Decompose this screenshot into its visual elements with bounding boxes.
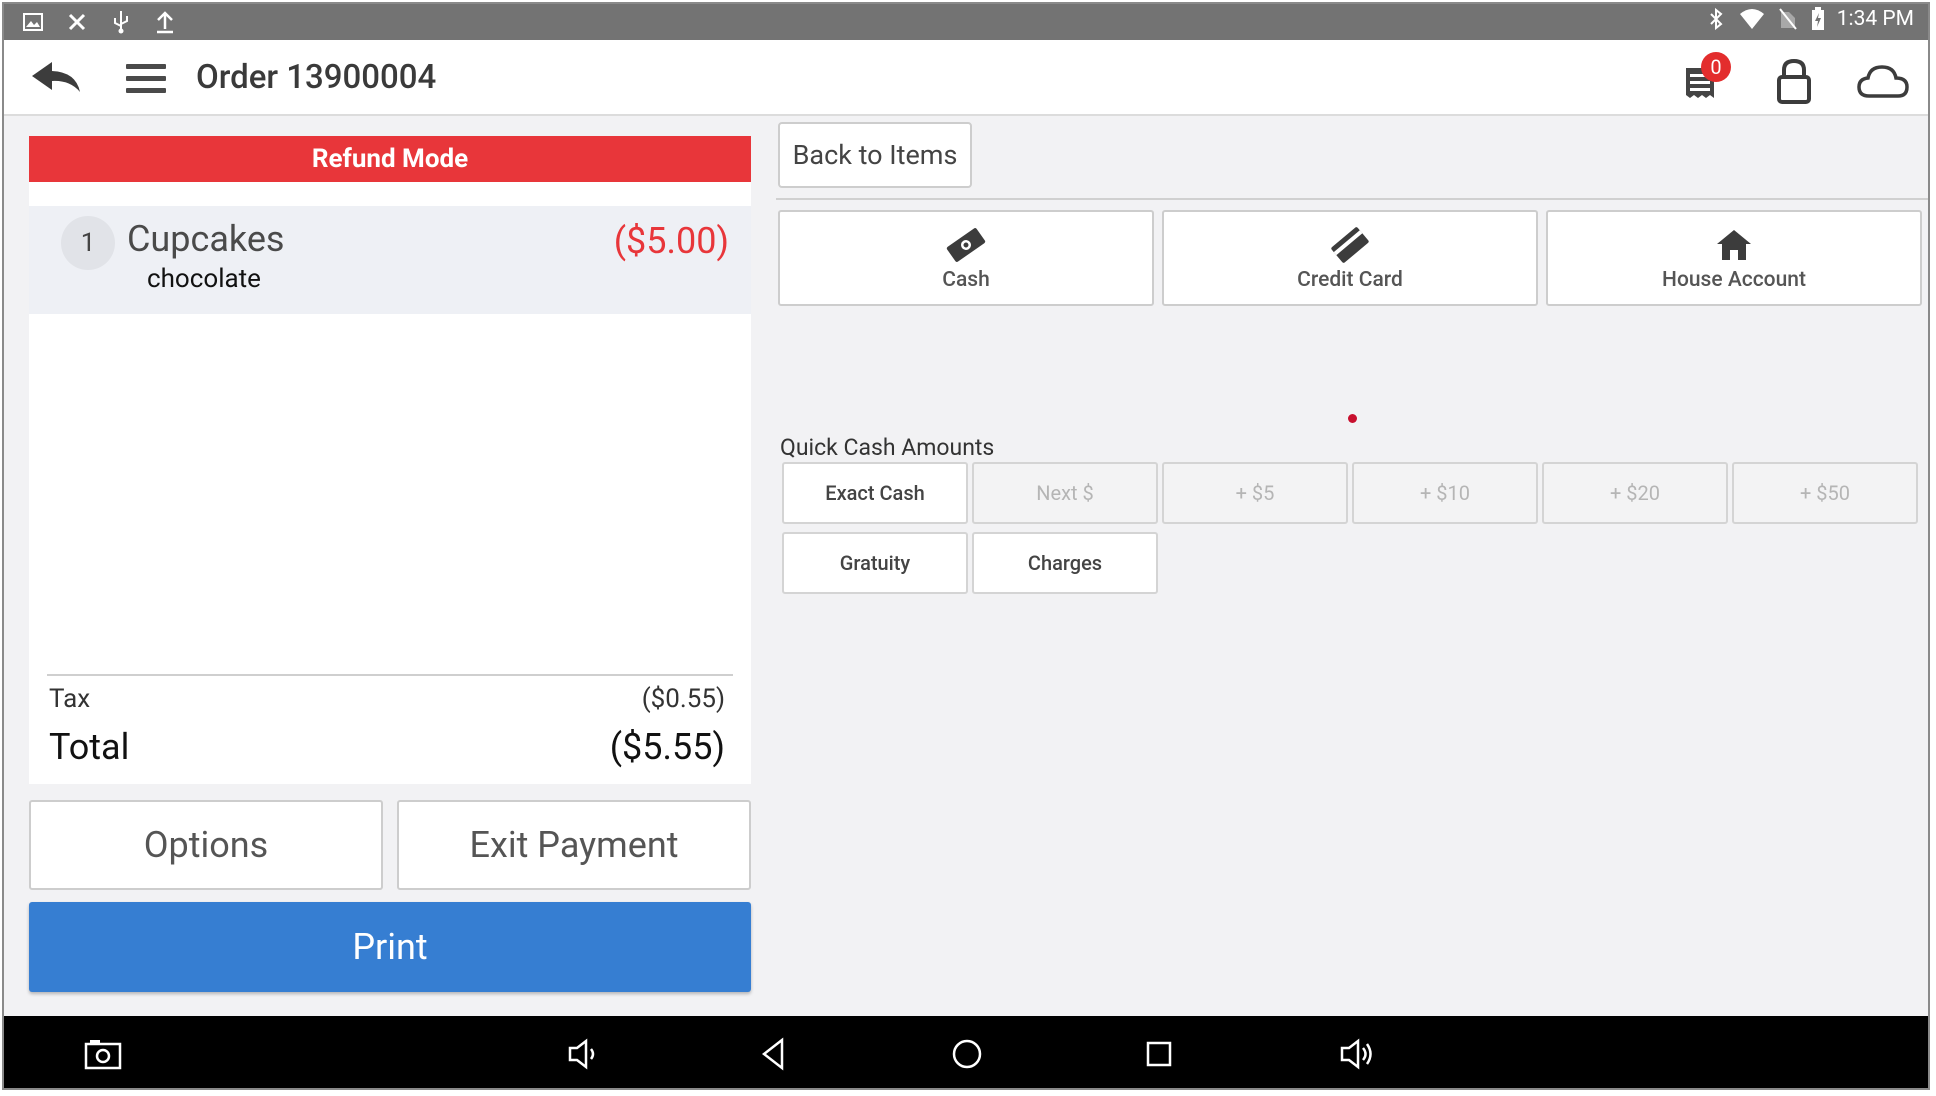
back-arrow-icon[interactable] — [30, 58, 86, 98]
indicator-dot — [1348, 414, 1357, 423]
house-icon — [1713, 226, 1755, 264]
gratuity-button[interactable]: Gratuity — [782, 532, 968, 594]
exit-payment-button[interactable]: Exit Payment — [397, 800, 751, 890]
app-bar: Order 13900004 0 — [4, 40, 1928, 116]
options-button[interactable]: Options — [29, 800, 383, 890]
plus-50-button[interactable]: + $50 — [1732, 462, 1918, 524]
volume-up-icon[interactable] — [1338, 1036, 1376, 1072]
total-value: ($5.55) — [609, 726, 725, 768]
cash-icon — [945, 226, 987, 264]
status-bar: 1:34 PM — [4, 4, 1928, 40]
nav-back-icon[interactable] — [756, 1036, 794, 1072]
totals-divider — [47, 674, 733, 676]
back-to-items-button[interactable]: Back to Items — [778, 122, 972, 188]
wifi-icon — [1739, 7, 1765, 31]
total-label: Total — [49, 726, 130, 768]
plus-20-button[interactable]: + $20 — [1542, 462, 1728, 524]
status-time: 1:34 PM — [1836, 7, 1914, 31]
battery-charging-icon — [1811, 7, 1825, 31]
tender-label: House Account — [1662, 268, 1806, 292]
order-panel: Refund Mode 1 Cupcakes chocolate ($5.00)… — [29, 136, 751, 784]
image-icon — [22, 10, 44, 34]
item-modifier: chocolate — [147, 264, 261, 294]
upload-icon — [154, 10, 176, 34]
lock-icon[interactable] — [1774, 58, 1814, 104]
nav-home-icon[interactable] — [948, 1036, 986, 1072]
notification-badge: 0 — [1701, 52, 1731, 82]
refund-mode-banner: Refund Mode — [29, 136, 751, 182]
item-name: Cupcakes — [127, 218, 285, 260]
tender-label: Credit Card — [1297, 268, 1403, 292]
item-quantity: 1 — [61, 216, 115, 270]
credit-card-icon — [1329, 226, 1371, 264]
nav-recents-icon[interactable] — [1140, 1036, 1178, 1072]
house-account-tender-button[interactable]: House Account — [1546, 210, 1922, 306]
cloud-icon[interactable] — [1856, 62, 1910, 102]
screenshot-icon[interactable] — [84, 1036, 122, 1072]
list-item[interactable]: 1 Cupcakes chocolate ($5.00) — [29, 206, 751, 314]
system-nav-bar — [4, 1016, 1928, 1088]
item-price: ($5.00) — [613, 220, 729, 262]
volume-down-icon[interactable] — [566, 1036, 604, 1072]
credit-card-tender-button[interactable]: Credit Card — [1162, 210, 1538, 306]
no-sim-icon — [1777, 7, 1799, 31]
tax-value: ($0.55) — [641, 684, 725, 714]
cash-tender-button[interactable]: Cash — [778, 210, 1154, 306]
tender-label: Cash — [942, 268, 990, 292]
charges-button[interactable]: Charges — [972, 532, 1158, 594]
device-frame: 1:34 PM Order 13900004 0 Refund Mode 1 C… — [2, 2, 1930, 1090]
print-button[interactable]: Print — [29, 902, 751, 992]
exact-cash-button[interactable]: Exact Cash — [782, 462, 968, 524]
plus-5-button[interactable]: + $5 — [1162, 462, 1348, 524]
usb-icon — [110, 10, 132, 34]
payment-divider — [776, 198, 1928, 200]
hamburger-menu-icon[interactable] — [126, 64, 166, 94]
bluetooth-icon — [1705, 7, 1727, 31]
plus-10-button[interactable]: + $10 — [1352, 462, 1538, 524]
crossed-tools-icon — [66, 10, 88, 34]
quick-cash-title: Quick Cash Amounts — [780, 434, 995, 461]
next-dollar-button[interactable]: Next $ — [972, 462, 1158, 524]
page-title: Order 13900004 — [196, 58, 437, 97]
tax-label: Tax — [49, 684, 91, 714]
